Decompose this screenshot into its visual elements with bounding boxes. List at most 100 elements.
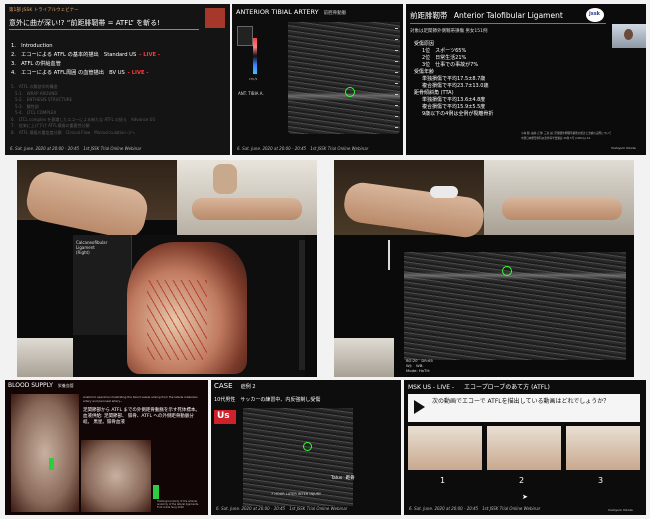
choice-label-2: 2 [519,476,525,485]
choice-label-1: 1 [440,476,446,485]
slide-title: MSK US - LIVE - エコープローブのあて方 (ATFL) [408,382,550,391]
target-circle [502,266,512,276]
depth-tick [395,50,398,51]
target-circle-2 [345,87,355,97]
ultrasound-image [288,22,400,134]
section-line: 9歳以下の4例は全例が裂離骨折 [422,111,494,117]
slide-intro: 第1部 JSSK トライアルウェビナー 意外に曲が深い!? “前距腓靭帯 = A… [5,4,230,155]
depth-tick [395,39,398,40]
caption-en: Anatomic specimen illustrating the blood… [83,395,198,403]
title-jp: 栄養血管 [57,383,74,388]
agenda-item-dim: 8. ATFL 損傷の重症度分類 Clinical Flow Microcirc… [11,129,136,135]
bright-band [404,272,626,280]
color-doppler-bar [253,38,257,74]
green-arrow-2 [153,485,159,499]
title-en: MSK US - LIVE - [408,384,455,391]
slide-title: BLOOD SUPPLY 栄養血管 [8,382,74,389]
text-jp: 足関節部から ATFL までの外側距骨動脈を示す死体標本。 血液供給: 足関節部… [83,408,200,425]
ultrasound-image [404,252,626,360]
section-line: 単独損傷で平均17.5±8.7歳 [422,76,486,82]
depth-tick [395,83,398,84]
title-underline [9,29,199,30]
section-line: 1位 スポーツ65% [422,48,467,54]
depth-tick [395,28,398,29]
agenda-item: 2. エコーによる ATFL の基本的描出 Standard US - LIVE … [11,52,160,58]
case-title: CASE 症例 2 [214,382,256,390]
play-icon[interactable] [414,400,425,414]
agenda-item: 3. ATFL の供給血管 [11,61,61,67]
viewer-toolbar[interactable] [299,240,305,370]
vessel-label: ANT. TIBIA A. [238,91,264,96]
brand-logo-text: Us [217,411,230,421]
depth-tick [395,127,398,128]
image-caption: 7 HOUR LATER INTER INJURY [271,492,322,496]
slide-footer: 6. Sat. June. 2020 at 20:00 - 20:45 1st … [216,506,348,511]
probe-hand [213,164,237,194]
logo-text: jssk [589,11,600,17]
slide-blood-supply: BLOOD SUPPLY 栄養血管 Anatomic specimen illu… [5,380,208,515]
presenter-name: Yoshiyuki Yokota [608,508,633,512]
patient-info: 10代男性 サッカーの練習中、内反強制し受傷 [214,397,321,403]
leg-right [192,198,302,220]
green-arrow-1 [49,458,54,470]
specimen-right [81,440,151,512]
title-jp: エコープローブのあて方 (ATFL) [464,384,550,391]
choice-label-3: 3 [598,476,604,485]
title-en: Anterior Talofibular Ligament [453,11,563,20]
section-line: 複合損傷で平均15.9±5.5度 [422,104,486,110]
section-heading: 距骨傾斜角 (TTA) [414,90,454,96]
slide-quiz: MSK US - LIVE - エコープローブのあて方 (ATFL) 次の動画で… [404,380,646,515]
reference-2: 中部日本整形外科災害外科学会雑誌 45巻 5号 (1002) p.10 [521,137,591,140]
choice-video-3[interactable] [566,426,640,470]
bright-band [288,92,400,101]
title-en: BLOOD SUPPLY [8,382,53,389]
title-en: ANTERIOR TIBIAL ARTERY [236,8,319,16]
slide-title: ANTERIOR TIBIAL ARTERY 前脛骨動脈 [236,8,346,16]
section-heading: 受傷原因 [414,41,435,47]
agenda-item: 4. エコーによる ATFL周囲 の血管描出 BV US - LIVE - [11,70,149,76]
specimen-left [11,394,79,512]
leg-right [502,198,622,220]
section-line: 複合損傷で平均23.7±13.0歳 [422,83,489,89]
slide-thumb-icon [205,8,225,28]
slide-atfl-stats: 前距腓靭帯 Anterior Talofibular Ligament jssk… [406,4,646,155]
header-small: 第1部 JSSK トライアルウェビナー [9,8,79,13]
us-overlay: BG:20 DR:65 WJ: WB: Mode: HaTH: [406,358,433,373]
choice-video-1[interactable] [408,426,482,470]
video-dissection: Calcaneofibular Ligament (Right) [17,160,317,377]
slide-title: 前距腓靭帯 Anterior Talofibular Ligament [410,10,563,21]
label-talus: Talus 距骨 [331,476,355,481]
depth-tick [395,72,398,73]
scale-label: cm/s [249,77,258,81]
choice-video-2[interactable] [487,426,561,470]
section-heading: 受傷年齢 [414,69,435,75]
depth-tick [395,116,398,117]
target-circle [303,442,312,451]
live-badge: - LIVE - [127,70,149,76]
title-jp: 前距腓靭帯 [410,11,448,20]
live-badge: - LIVE - [139,52,160,58]
agenda-list: 1. Introduction 2. エコーによる ATFL の基本的描出 Sta… [11,42,160,78]
stats-sections: 受傷原因 1位 スポーツ65% 2位 日常生活21% 3位 仕事での事故が7% 受傷年齢… [414,40,493,117]
bottom-thumb [334,338,394,377]
presenter-head [624,29,633,40]
cursor-icon: ➤ [522,493,528,501]
slide-ultrasound-artery: ANTERIOR TIBIAL ARTERY 前脛骨動脈 cm/s ANT. T… [232,4,403,155]
agenda-dim-list: 5. ATFL の解剖学的構造 5-1. WRAP AROUND 5-2. EN… [11,84,155,136]
reference-1: 小林 勝, 福井 正博, 三谷 誠: 足関節外側靱帯損傷の統計と治療の実際につい… [521,132,612,135]
probe [430,186,458,198]
presenter-name: Yoshiyuki Yokota [611,146,636,150]
slide-footer: 6. Sat. June. 2020 at 20:00 - 20:45 1st … [10,146,142,151]
slide-case: CASE 症例 2 Us 10代男性 サッカーの練習中、内反強制し受傷 Talu… [211,380,401,515]
depth-tick [395,105,398,106]
reference: Histological study of the arterial anato… [157,500,199,509]
section-line: 3位 仕事での事故が7% [422,62,479,68]
subtitle: 対象は足関節外側靱帯損傷 男女151例 [410,29,488,34]
depth-tick [395,94,398,95]
thumbnail-box [237,26,253,46]
slide-title: 意外に曲が深い!? “前距腓靭帯 = ATFL” を斬る! [9,19,160,27]
video-ultrasound: BG:20 DR:65 WJ: WB: Mode: HaTH: [334,160,634,377]
depth-tick [395,61,398,62]
case-number: 症例 2 [240,384,256,390]
gain-bar [388,240,390,270]
